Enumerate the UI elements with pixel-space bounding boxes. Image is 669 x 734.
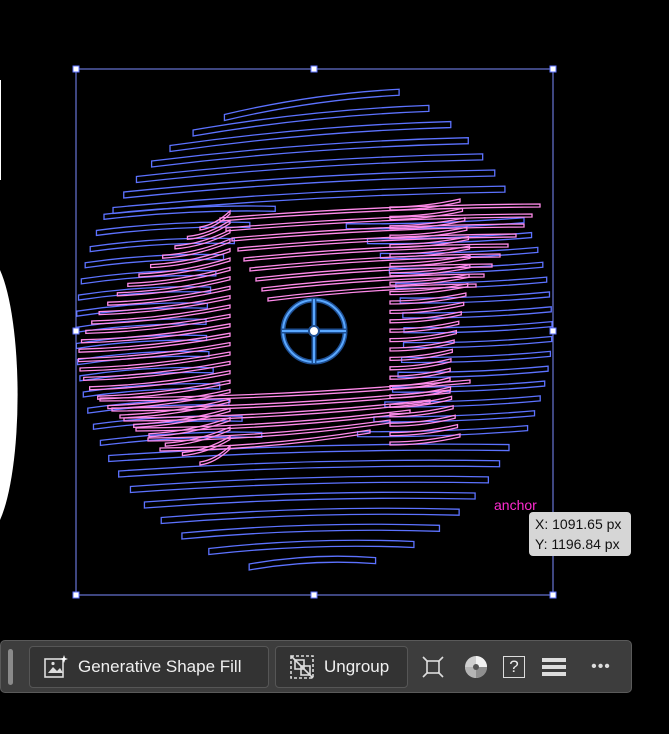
artwork-stroke: [181, 523, 441, 540]
artwork-stroke: [248, 555, 377, 571]
ungroup-icon: [290, 655, 314, 679]
canvas[interactable]: [0, 0, 669, 734]
transform-button[interactable]: [419, 653, 447, 681]
menu-icon: [542, 658, 566, 676]
artwork-stroke: [208, 539, 415, 556]
x-coordinate: X: 1091.65 px: [535, 516, 622, 532]
handle-top-left: [72, 65, 80, 73]
artwork-stroke: [99, 431, 263, 447]
anchor-label: anchor: [494, 497, 537, 513]
handle-bottom-left: [72, 591, 80, 599]
color-wheel-icon: [465, 656, 487, 678]
artwork-stroke: [223, 88, 400, 122]
y-coordinate: Y: 1196.84 px: [535, 536, 620, 552]
artwork-stroke: [103, 205, 276, 221]
ungroup-button[interactable]: Ungroup: [275, 646, 408, 688]
artwork-stroke: [129, 475, 490, 494]
artwork-stroke: [169, 120, 452, 153]
artwork-stroke: [112, 185, 506, 215]
artwork-stroke: [79, 366, 214, 382]
artwork-stroke: [143, 491, 476, 509]
handle-middle-left: [72, 327, 80, 335]
contextual-taskbar: Generative Shape Fill Ungroup ? •••: [0, 640, 632, 693]
artwork-stroke: [192, 104, 430, 137]
more-button[interactable]: •••: [587, 653, 615, 681]
coordinate-tooltip: X: 1091.65 px Y: 1196.84 px: [529, 512, 631, 556]
generative-shape-fill-icon: [44, 655, 68, 678]
generative-shape-fill-button[interactable]: Generative Shape Fill: [29, 646, 269, 688]
drag-handle[interactable]: [8, 649, 13, 685]
transform-icon: [422, 656, 444, 678]
handle-bottom-right: [549, 591, 557, 599]
artwork-stroke: [99, 379, 471, 402]
handle-top-right: [549, 65, 557, 73]
help-button[interactable]: ?: [500, 653, 528, 681]
generative-shape-fill-label: Generative Shape Fill: [78, 657, 242, 676]
color-button[interactable]: [462, 653, 490, 681]
artwork-stroke: [95, 221, 251, 237]
artwork-stroke: [160, 507, 460, 525]
ungroup-label: Ungroup: [324, 657, 390, 676]
artwork-stroke: [400, 350, 552, 364]
artwork-stroke: [135, 153, 484, 184]
more-icon: •••: [591, 658, 611, 675]
crosshair-origin-icon[interactable]: [280, 297, 348, 365]
artwork-stroke: [108, 443, 510, 463]
artwork-stroke: [118, 459, 501, 478]
handle-top-center: [310, 65, 318, 73]
menu-button[interactable]: [540, 653, 568, 681]
handle-bottom-center: [310, 591, 318, 599]
help-icon: ?: [503, 656, 525, 678]
white-shape: [0, 270, 18, 520]
handle-middle-right: [549, 327, 557, 335]
